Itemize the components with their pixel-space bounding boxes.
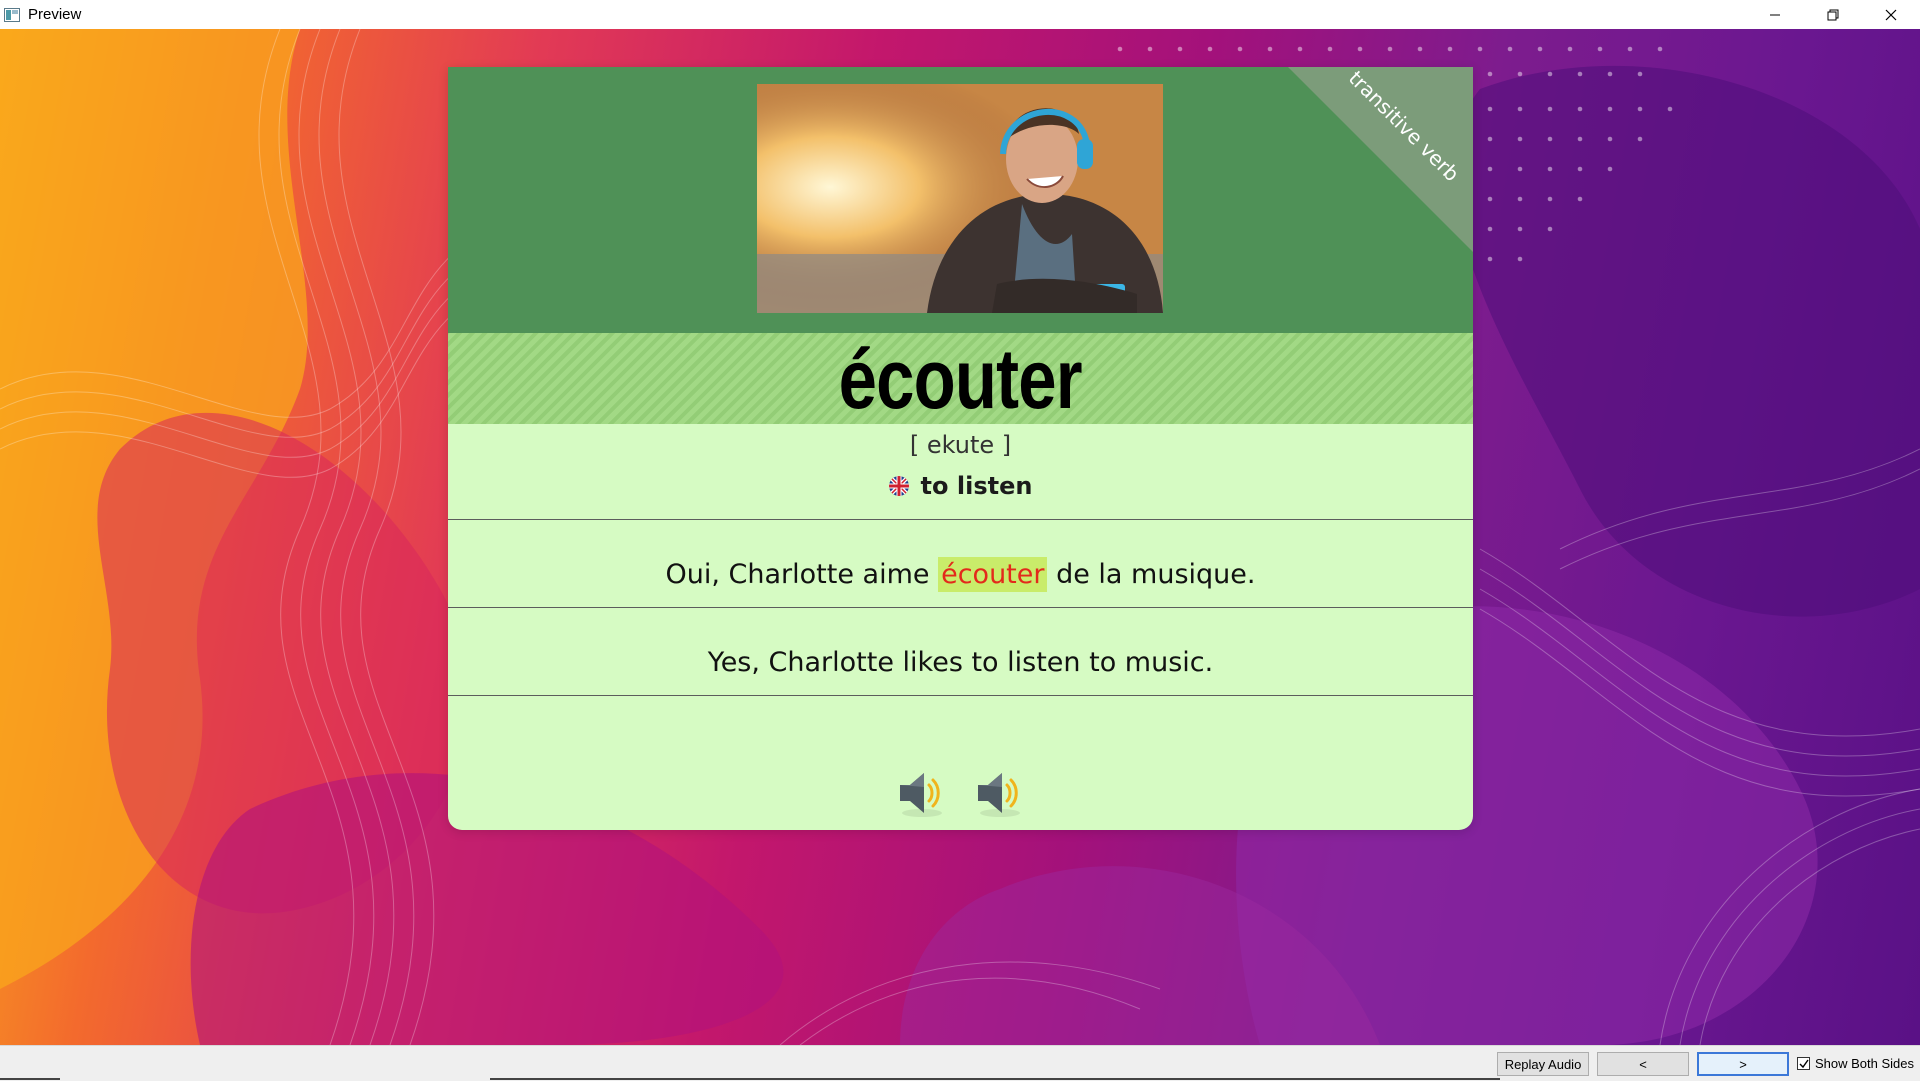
preview-stage: transitive verb écouter [ekute] to lis… bbox=[0, 29, 1920, 1045]
divider bbox=[448, 695, 1473, 696]
restore-button[interactable] bbox=[1804, 0, 1862, 29]
example-highlight: écouter bbox=[938, 557, 1048, 592]
previous-button[interactable]: < bbox=[1597, 1052, 1689, 1076]
example-before: Oui, Charlotte aime bbox=[665, 559, 939, 590]
example-after: de la musique. bbox=[1047, 559, 1256, 590]
minimize-button[interactable] bbox=[1746, 0, 1804, 29]
divider bbox=[448, 607, 1473, 608]
show-both-sides-label: Show Both Sides bbox=[1815, 1056, 1915, 1071]
headword: écouter bbox=[838, 331, 1083, 426]
translation-text: to listen bbox=[920, 472, 1033, 500]
headword-band: écouter bbox=[448, 333, 1473, 424]
card-header: transitive verb bbox=[448, 67, 1473, 333]
uk-flag-icon bbox=[888, 476, 909, 496]
window-controls bbox=[1746, 0, 1920, 29]
example-sentence: Oui, Charlotte aime écouter de la musiqu… bbox=[448, 557, 1473, 592]
speaker-icon[interactable] bbox=[972, 765, 1028, 821]
flashcard: transitive verb écouter [ekute] to lis… bbox=[448, 67, 1473, 830]
bottom-toolbar: Replay Audio < > Show Both Sides bbox=[0, 1045, 1920, 1081]
checkmark-icon bbox=[1799, 1059, 1809, 1068]
audio-buttons bbox=[448, 765, 1473, 825]
minimize-icon bbox=[1770, 14, 1780, 15]
title-bar: Preview bbox=[0, 0, 1920, 29]
speaker-icon[interactable] bbox=[894, 765, 950, 821]
restore-icon bbox=[1827, 9, 1839, 20]
photo-man-with-headphones bbox=[757, 84, 1163, 313]
window-title: Preview bbox=[28, 6, 82, 23]
card-photo bbox=[757, 84, 1163, 313]
app-icon bbox=[4, 7, 20, 22]
next-button[interactable]: > bbox=[1697, 1052, 1789, 1076]
show-both-sides-checkbox[interactable] bbox=[1797, 1057, 1810, 1070]
divider bbox=[448, 519, 1473, 520]
close-button[interactable] bbox=[1862, 0, 1920, 29]
close-icon bbox=[1885, 9, 1897, 20]
show-both-sides-toggle[interactable]: Show Both Sides bbox=[1797, 1056, 1914, 1071]
phonetic-transcription: [ ekute ] bbox=[909, 431, 1012, 459]
example-translation: Yes, Charlotte likes to listen to music. bbox=[707, 647, 1214, 678]
translation-row: to listen bbox=[448, 468, 1473, 504]
replay-audio-button[interactable]: Replay Audio bbox=[1497, 1052, 1589, 1076]
